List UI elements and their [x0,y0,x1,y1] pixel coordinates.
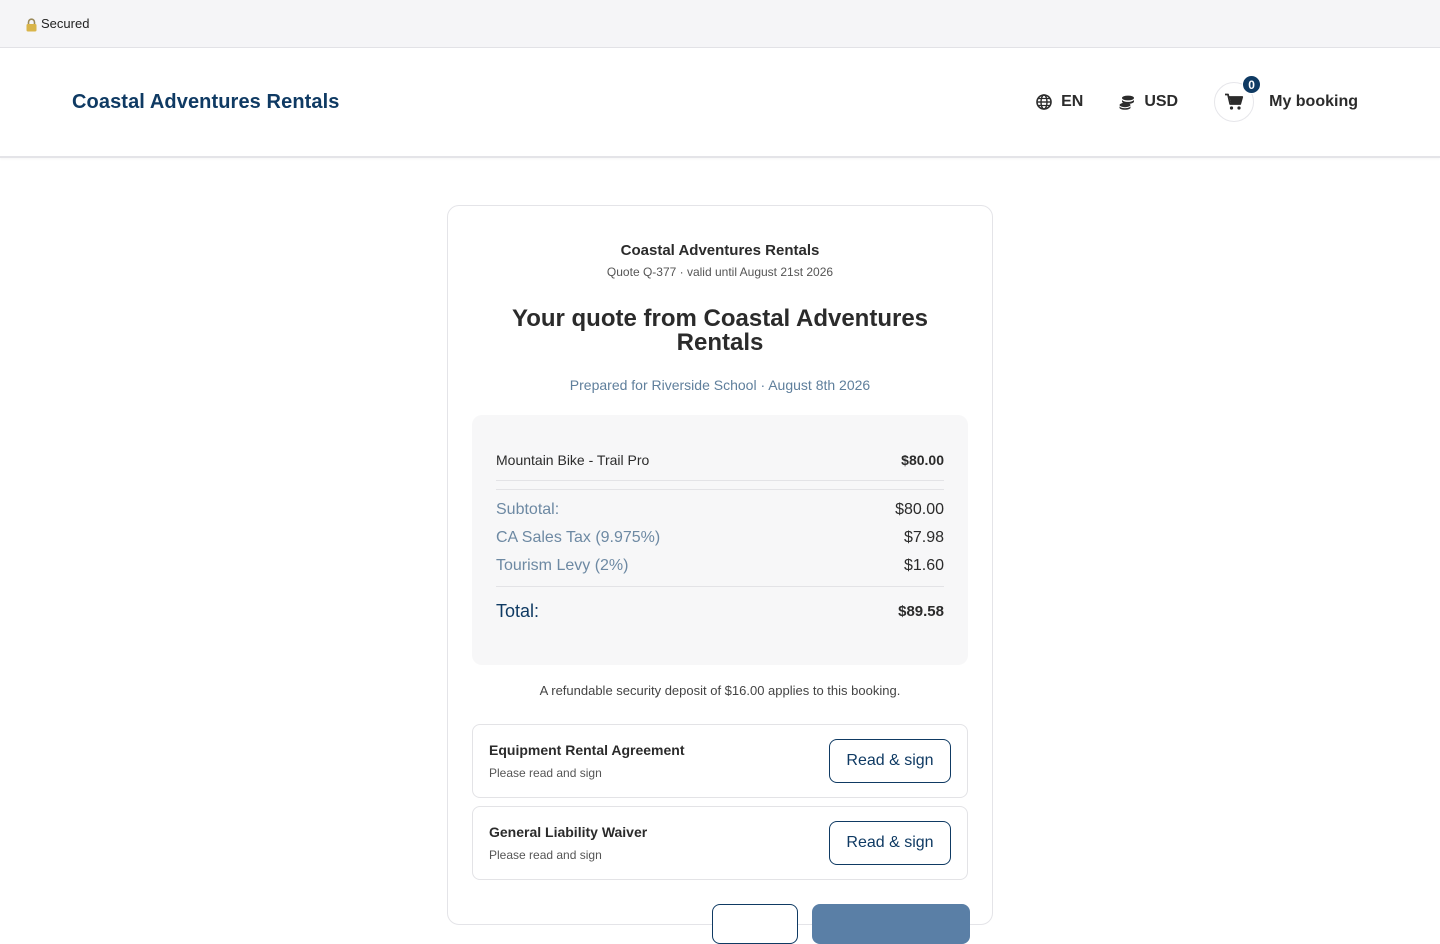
my-booking-button[interactable]: 0 My booking [1214,75,1358,122]
subtotal-row: Subtotal: $80.00 [496,496,944,524]
quote-actions [472,904,970,944]
line-item-amount: $80.00 [901,451,944,468]
cart-icon [1225,93,1244,110]
deposit-note: A refundable security deposit of $16.00 … [539,683,901,698]
quote-card: Coastal Adventures Rentals Quote Q-377 ·… [447,205,993,944]
language-label: EN [1061,93,1084,110]
site-header: Coastal Adventures Rentals EN USD 0 My b… [0,48,1440,158]
sales-tax-row: CA Sales Tax (9.975%) $7.98 [496,524,944,552]
divider [496,489,944,490]
quote-company-name: Coastal Adventures Rentals [620,242,820,259]
cart-count-badge: 0 [1242,75,1262,94]
line-item: Mountain Bike - Trail Pro $80.00 [496,439,944,481]
currency-label: USD [1144,93,1179,110]
header-actions: EN USD 0 My booking [1000,75,1358,122]
cart-button[interactable]: 0 [1214,75,1262,122]
read-and-sign-button[interactable]: Read & sign [829,739,951,783]
document-name: Equipment Rental Agreement [489,742,685,758]
tourism-levy-amount: $1.60 [903,557,944,574]
language-selector[interactable]: EN [1036,93,1083,111]
price-summary: Mountain Bike - Trail Pro $80.00 Subtota… [472,415,968,665]
document-status: Please read and sign [489,848,602,862]
document-status: Please read and sign [489,766,602,780]
line-item-name: Mountain Bike - Trail Pro [496,451,650,468]
primary-action-button[interactable] [812,904,970,944]
total-row: Total: $89.58 [496,601,944,622]
sales-tax-amount: $7.98 [903,529,944,546]
coins-icon [1119,95,1135,110]
document-row: General Liability Waiver Please read and… [472,806,968,880]
quote-meta: Quote Q-377 · valid until August 21st 20… [606,265,834,279]
subtotal-label: Subtotal: [496,501,560,518]
document-name: General Liability Waiver [489,824,648,840]
globe-icon [1036,94,1052,110]
secondary-action-button[interactable] [712,904,798,944]
subtotal-amount: $80.00 [895,501,944,518]
brand-logo[interactable]: Coastal Adventures Rentals [72,91,340,114]
currency-selector[interactable]: USD [1119,93,1178,111]
total-label: Total: [496,601,540,621]
read-and-sign-button[interactable]: Read & sign [829,821,951,865]
secure-label: Secured [41,16,90,31]
my-booking-label: My booking [1269,93,1358,110]
tourism-levy-row: Tourism Levy (2%) $1.60 [496,552,944,580]
secure-bar: Secured [0,0,1440,48]
tourism-levy-label: Tourism Levy (2%) [496,557,629,574]
lock-icon [25,17,38,32]
divider [496,586,944,587]
sales-tax-label: CA Sales Tax (9.975%) [496,529,661,546]
total-amount: $89.58 [898,603,944,620]
quote-prepared-for: Prepared for Riverside School · August 8… [569,377,871,393]
document-row: Equipment Rental Agreement Please read a… [472,724,968,798]
quote-title: Your quote from Coastal Adventures Renta… [511,305,929,356]
